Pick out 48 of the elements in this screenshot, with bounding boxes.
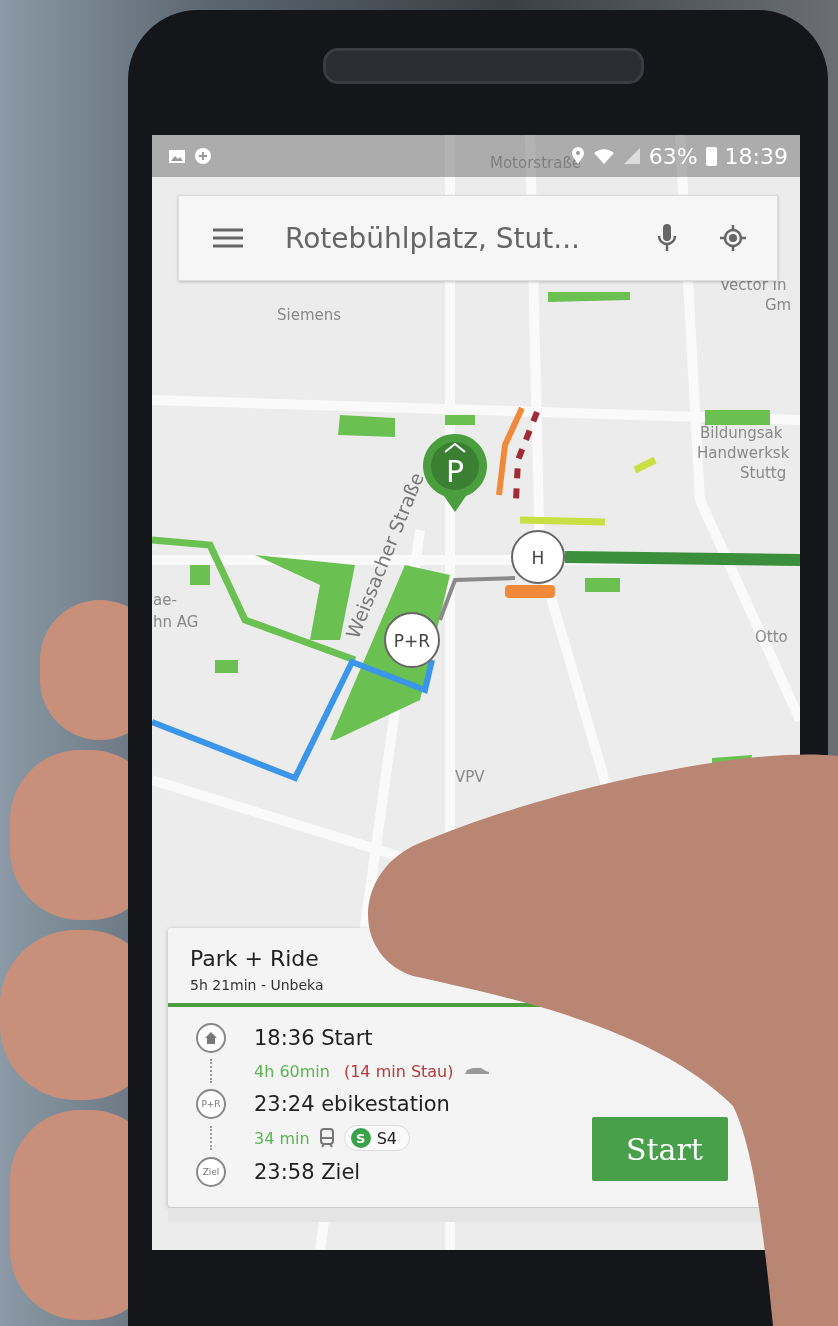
my-location-icon[interactable] — [719, 224, 747, 252]
leg-duration: 4h 60min — [254, 1061, 330, 1081]
image-icon — [168, 148, 186, 164]
map-label: Gm — [765, 296, 792, 314]
map-label: Handwerksk — [697, 444, 790, 462]
park-area — [705, 410, 770, 425]
car-icon — [463, 1066, 490, 1076]
signal-icon — [622, 147, 641, 165]
delay-text: (14 min Stau) — [343, 1061, 454, 1081]
park-area — [215, 660, 238, 673]
wifi-icon — [592, 147, 615, 165]
stop-badge: Ziel — [196, 1157, 226, 1187]
parking-pin: P — [423, 434, 487, 512]
park-area — [445, 415, 475, 425]
clock: 18:39 — [724, 143, 788, 169]
connector-line — [210, 1059, 212, 1083]
stop-time: 18:36 Start — [254, 1026, 373, 1050]
map-label: Bildungsak — [700, 424, 783, 442]
map-label: ae- — [153, 591, 177, 609]
line-name: S4 — [376, 1128, 397, 1148]
stop-time: 23:24 ebikestation — [254, 1092, 450, 1116]
stop-time: 23:58 Ziel — [254, 1160, 361, 1184]
map-label: hn AG — [153, 613, 199, 631]
park-area — [585, 578, 620, 592]
connector-line — [210, 1126, 212, 1150]
stop-badge: P+R — [196, 1089, 226, 1119]
map-label: Stuttg — [740, 464, 787, 482]
line-badge: S — [350, 1128, 371, 1148]
home-icon — [196, 1023, 226, 1053]
park-ride-marker: P+R — [384, 612, 440, 668]
park-area — [338, 415, 395, 437]
map-label: Siemens — [277, 306, 342, 324]
microphone-icon[interactable] — [657, 223, 677, 253]
route-summary: 5h 21min - Unbeka — [190, 977, 325, 993]
battery-icon — [705, 146, 717, 166]
route-title: Park + Ride — [190, 946, 320, 971]
search-bar[interactable]: Rotebühlplatz, Stut... — [178, 195, 778, 281]
map-label: VPV — [455, 768, 485, 786]
battery-percent: 63% — [648, 143, 698, 169]
search-text: Rotebühlplatz, Stut... — [285, 221, 581, 255]
leg-duration: 34 min — [254, 1128, 310, 1148]
park-area — [190, 565, 210, 585]
map-label: Otto — [755, 628, 788, 646]
train-icon — [319, 1128, 334, 1148]
start-button[interactable]: Start — [592, 1117, 728, 1181]
plus-icon — [194, 147, 212, 165]
menu-icon[interactable] — [211, 227, 245, 249]
stop-marker: H — [511, 530, 565, 584]
